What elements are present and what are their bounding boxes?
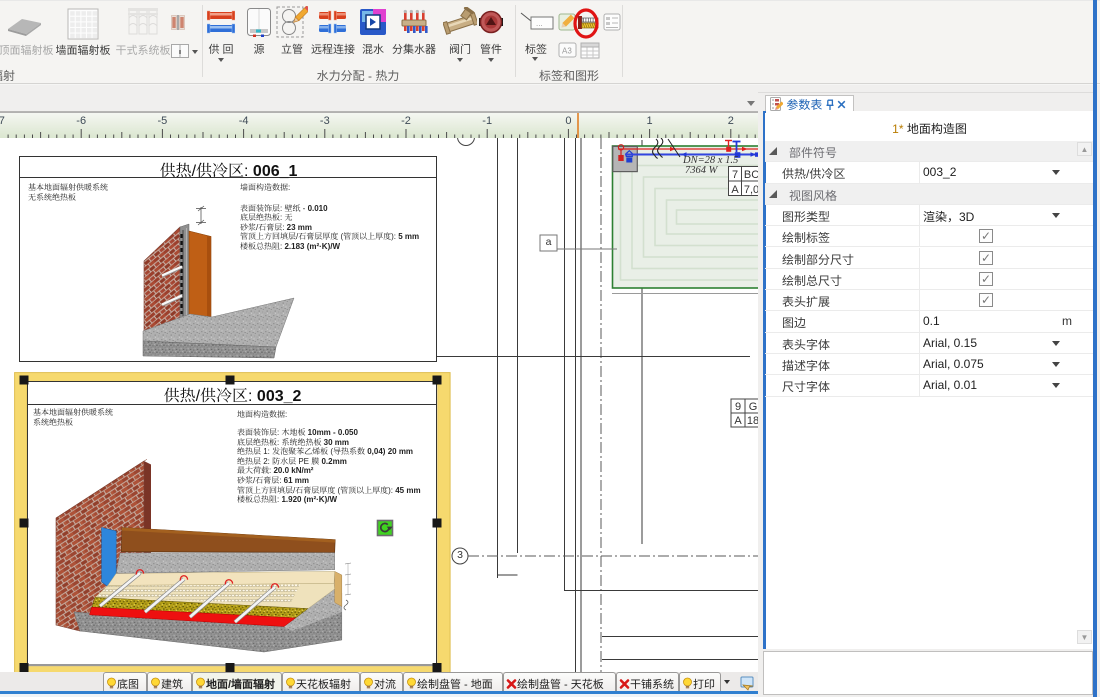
svg-text:-4: -4 <box>239 115 249 127</box>
svg-text:-5: -5 <box>158 115 168 127</box>
svg-text:-7: -7 <box>0 115 5 127</box>
svg-text:1: 1 <box>647 115 653 127</box>
svg-text:-6: -6 <box>76 115 86 127</box>
svg-text:-3: -3 <box>320 115 330 127</box>
svg-text:0: 0 <box>565 115 571 127</box>
svg-text:2: 2 <box>728 115 734 127</box>
svg-text:-1: -1 <box>482 115 492 127</box>
svg-text:-2: -2 <box>401 115 411 127</box>
svg-text:A3: A3 <box>562 47 572 56</box>
svg-text:...: ... <box>536 19 543 28</box>
